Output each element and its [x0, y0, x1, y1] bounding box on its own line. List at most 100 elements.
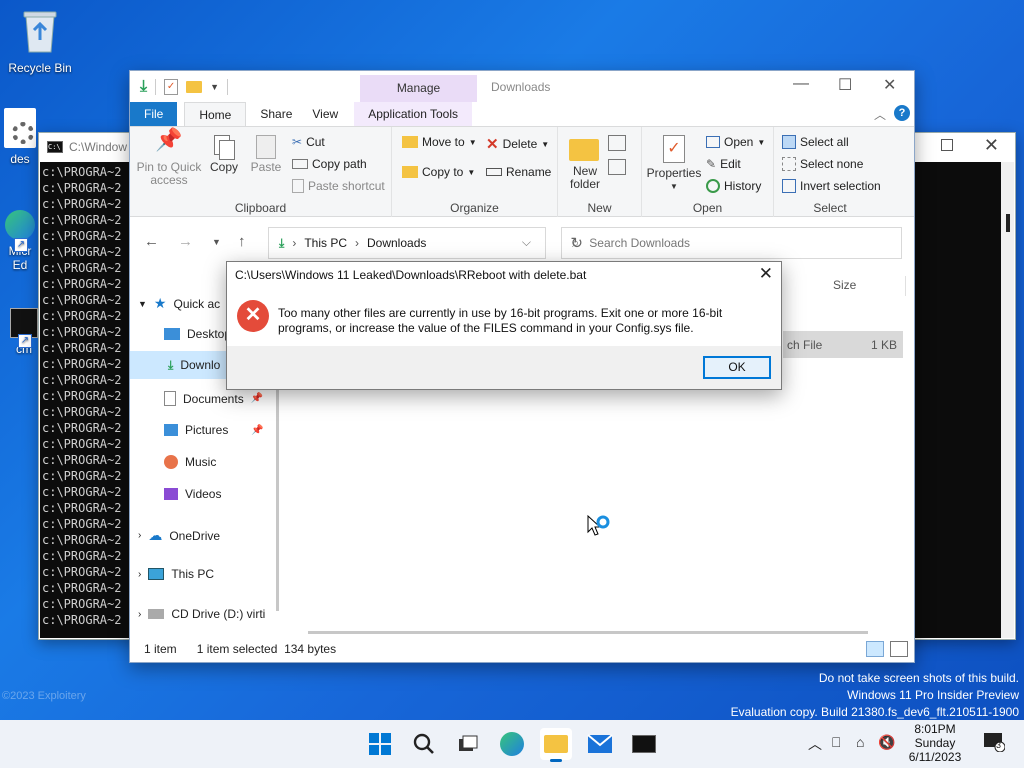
recent-locations-icon[interactable]: ▼: [212, 237, 221, 247]
history-button[interactable]: History: [706, 179, 761, 193]
help-icon[interactable]: ?: [894, 105, 910, 121]
breadcrumb-this-pc[interactable]: This PC: [304, 236, 347, 250]
select-none-button[interactable]: Select none: [782, 157, 863, 171]
forward-arrow-icon[interactable]: →: [178, 233, 193, 250]
properties-check-icon[interactable]: ✓: [164, 79, 179, 95]
group-new: New folder New: [558, 127, 642, 217]
rename-button[interactable]: Rename: [486, 165, 551, 179]
open-button[interactable]: Open ▼: [706, 135, 765, 149]
copy-button[interactable]: Copy: [206, 133, 242, 174]
large-icons-view-icon[interactable]: [890, 641, 908, 657]
new-item-icon[interactable]: [608, 135, 626, 151]
desktop-icon-edge[interactable]: ↗ Micr Ed: [0, 210, 40, 272]
windows-logo-icon: [369, 733, 391, 755]
download-arrow-icon[interactable]: ⤓: [140, 78, 147, 96]
paste-shortcut-label: Paste shortcut: [308, 179, 385, 193]
tray-overflow-icon[interactable]: ︿: [808, 734, 822, 754]
paste-button[interactable]: Paste: [246, 133, 286, 174]
delete-button[interactable]: ✕ Delete ▼: [486, 135, 549, 153]
ribbon-tabs: File Home Share View Application Tools ︿…: [130, 102, 914, 126]
tab-home[interactable]: Home: [184, 102, 247, 126]
tab-manage-context[interactable]: Manage: [360, 75, 477, 102]
properties-label: Properties: [646, 166, 702, 180]
back-arrow-icon[interactable]: ←: [144, 233, 159, 250]
close-icon[interactable]: ✕: [759, 264, 773, 284]
copy-label: Copy: [209, 160, 238, 174]
maximize-button[interactable]: [941, 139, 953, 151]
mail-taskbar-button[interactable]: [584, 728, 616, 760]
nav-documents[interactable]: Documents 📌: [164, 391, 263, 406]
watermark-line: Do not take screen shots of this build.: [818, 671, 1019, 685]
edge-taskbar-button[interactable]: [496, 728, 528, 760]
scissors-icon: ✂: [292, 135, 303, 149]
terminal-taskbar-button[interactable]: [628, 728, 660, 760]
column-divider[interactable]: [905, 276, 906, 296]
collapse-ribbon-icon[interactable]: ︿: [874, 106, 886, 123]
copy-to-button[interactable]: Copy to ▼: [402, 165, 475, 179]
maximize-button[interactable]: ☐: [838, 75, 852, 95]
pin-icon[interactable]: 📌: [251, 425, 263, 436]
clock[interactable]: 8:01PM Sunday 6/11/2023: [898, 722, 972, 764]
nav-videos[interactable]: Videos: [164, 487, 221, 501]
copy-icon: [206, 133, 242, 161]
file-explorer-taskbar-button[interactable]: [540, 728, 572, 762]
scrollbar-thumb[interactable]: [1006, 214, 1010, 232]
details-view-icon[interactable]: [866, 641, 884, 657]
close-button[interactable]: ✕: [883, 75, 896, 95]
explorer-titlebar[interactable]: ⤓ ✓ ▼ Manage Downloads — ☐ ✕: [130, 71, 914, 102]
nav-music[interactable]: Music: [164, 455, 216, 469]
easy-access-icon[interactable]: [608, 159, 626, 175]
rename-icon: [486, 168, 502, 176]
search-box[interactable]: ⌕ Search Downloads: [561, 227, 902, 259]
nav-pictures[interactable]: Pictures 📌: [164, 423, 264, 437]
start-button[interactable]: [364, 728, 396, 760]
ok-button[interactable]: OK: [703, 356, 771, 379]
desktop-icon-recycle-bin[interactable]: Recycle Bin: [2, 8, 78, 75]
folder-icon[interactable]: [186, 81, 203, 93]
tab-application-tools[interactable]: Application Tools: [354, 102, 473, 126]
delete-label: Delete: [502, 137, 538, 151]
up-arrow-icon[interactable]: ↑: [238, 233, 246, 250]
history-label: History: [724, 179, 762, 193]
properties-button[interactable]: ✓ Properties ▼: [644, 133, 704, 193]
close-button[interactable]: ✕: [984, 135, 999, 156]
tab-file[interactable]: File: [130, 102, 178, 126]
scrollbar[interactable]: [1001, 162, 1014, 638]
column-header-size[interactable]: Size: [833, 278, 856, 292]
invert-selection-button[interactable]: Invert selection: [782, 179, 881, 193]
notification-center-button[interactable]: 3: [983, 732, 1006, 755]
paste-shortcut-button[interactable]: Paste shortcut: [292, 179, 385, 193]
volume-muted-icon[interactable]: 🔇: [878, 734, 895, 751]
pin-to-quick-access-button[interactable]: 📌 Pin to Quick access: [136, 129, 202, 187]
qat-dropdown-icon[interactable]: ▼: [210, 82, 219, 92]
search-button[interactable]: [408, 728, 440, 760]
minimize-button[interactable]: —: [793, 75, 809, 93]
network-icon[interactable]: ⌂: [856, 734, 864, 750]
edit-button[interactable]: ✎ Edit: [706, 157, 741, 171]
pin-label: Pin to Quick access: [136, 160, 202, 187]
document-icon: [164, 391, 176, 406]
breadcrumb-downloads[interactable]: Downloads: [367, 236, 426, 250]
nav-onedrive[interactable]: › ☁ OneDrive: [138, 527, 220, 544]
device-icon[interactable]: ⎕: [832, 734, 840, 751]
copy-path-button[interactable]: Copy path: [292, 157, 367, 171]
select-all-button[interactable]: Select all: [782, 135, 849, 149]
move-to-label: Move to: [422, 135, 465, 149]
nav-desktop[interactable]: Desktop: [164, 327, 231, 341]
horizontal-scrollbar[interactable]: [308, 631, 868, 634]
address-bar[interactable]: ⤓ › This PC › Downloads ⌵ ↻: [268, 227, 583, 259]
tab-share[interactable]: Share: [246, 102, 306, 126]
address-dropdown-icon[interactable]: ⌵: [522, 235, 531, 250]
nav-cd-drive[interactable]: › CD Drive (D:) virti: [138, 607, 265, 621]
new-folder-button[interactable]: New folder: [566, 133, 604, 191]
move-to-button[interactable]: Move to ▼: [402, 135, 477, 149]
tab-view[interactable]: View: [306, 102, 352, 126]
file-row-selected[interactable]: ch File 1 KB: [783, 331, 903, 358]
pin-icon[interactable]: 📌: [251, 393, 263, 404]
cut-button[interactable]: ✂ Cut: [292, 135, 325, 149]
nav-this-pc[interactable]: › This PC: [138, 567, 214, 581]
task-view-button[interactable]: [452, 728, 484, 760]
nav-quick-access[interactable]: ▼ ★ Quick ac: [138, 295, 220, 312]
desktop-icon-settings[interactable]: des: [0, 108, 40, 166]
copy-folder-icon: [402, 166, 418, 178]
